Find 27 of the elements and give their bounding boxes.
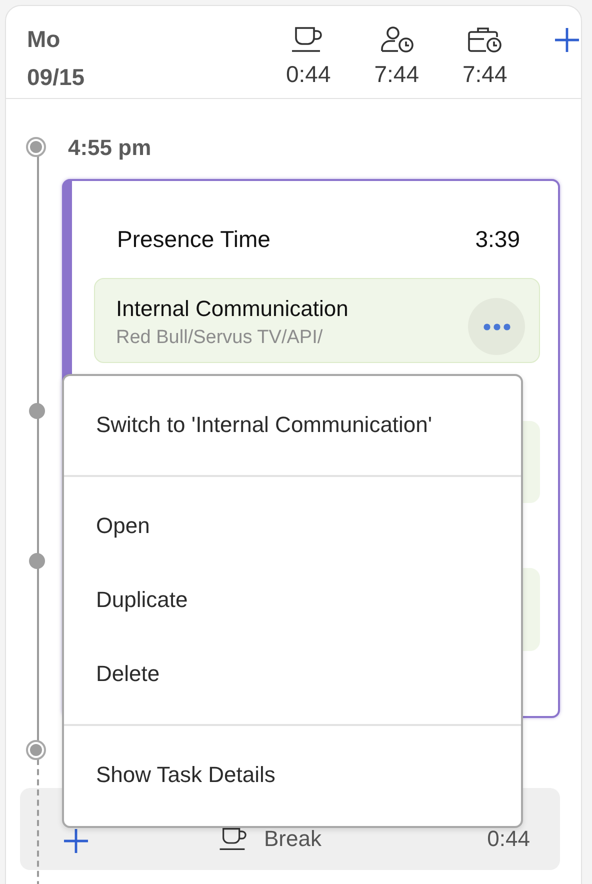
block-title: Presence Time bbox=[117, 225, 270, 253]
total-value: 7:44 bbox=[462, 61, 508, 87]
task-path: Red Bull/Servus TV/API/ bbox=[116, 326, 323, 350]
add-break-button[interactable] bbox=[62, 827, 90, 855]
menu-item[interactable]: Switch to 'Internal Communication' bbox=[66, 400, 519, 450]
plus-icon bbox=[62, 827, 90, 855]
block-duration: 3:39 bbox=[475, 225, 520, 253]
total-value: 0:44 bbox=[286, 61, 331, 87]
menu-item[interactable]: Delete bbox=[66, 649, 519, 699]
task-title: Internal Communication bbox=[116, 296, 348, 322]
date-label: 09/15 bbox=[27, 64, 86, 90]
menu-item[interactable]: Duplicate bbox=[66, 575, 519, 625]
person-clock-icon bbox=[380, 26, 414, 53]
timeline-marker bbox=[26, 137, 46, 157]
break-duration: 0:44 bbox=[487, 826, 530, 852]
start-time: 4:55 pm bbox=[68, 135, 152, 161]
break-label: Break bbox=[264, 826, 322, 852]
task-entry[interactable]: Internal Communication Red Bull/Servus TV/API/ bbox=[94, 278, 540, 363]
more-icon bbox=[482, 322, 510, 330]
weekday-label: Mo bbox=[27, 26, 62, 52]
timeline-marker bbox=[26, 740, 46, 760]
add-button[interactable] bbox=[552, 26, 581, 54]
menu-item[interactable]: Show Task Details bbox=[66, 750, 519, 800]
briefcase-clock-icon bbox=[466, 26, 503, 53]
menu-item[interactable]: Open bbox=[66, 501, 519, 551]
total-value: 7:44 bbox=[374, 61, 419, 87]
plus-icon bbox=[552, 26, 581, 54]
